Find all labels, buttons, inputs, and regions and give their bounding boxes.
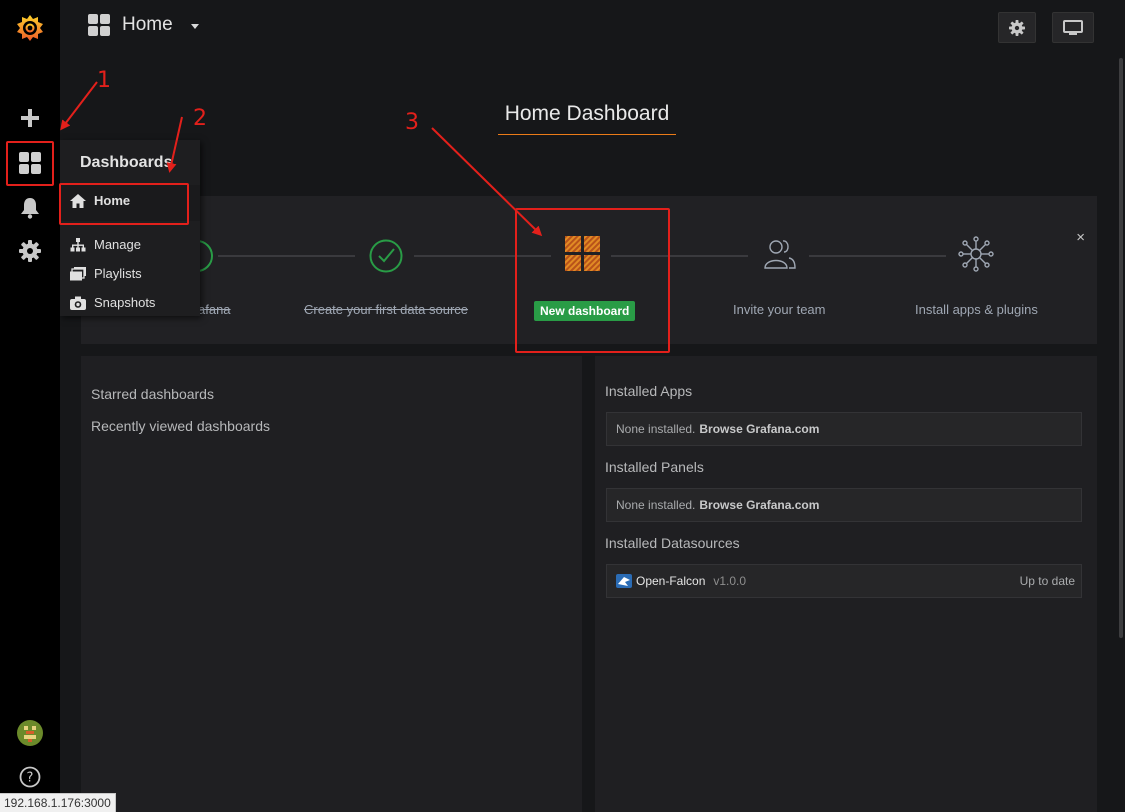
grafana-app: ? Home Home Dashboard afana Create your … [0,0,1125,812]
panels-none-text: None installed. [616,498,696,512]
annotation-box-1 [6,141,54,186]
plugins-icon [958,236,994,272]
top-navbar: Home [60,0,1125,54]
gear-icon [1009,19,1025,36]
page-title: Home Dashboard [498,102,676,135]
annotation-number-2: 2 [193,106,207,131]
svg-text:?: ? [27,771,34,786]
installed-apps-heading: Installed Apps [605,383,693,399]
progress-line [809,255,946,257]
avatar[interactable] [10,713,50,753]
dashboard-picker[interactable]: Home [88,14,199,36]
dashboards-flyout-menu: Dashboards Home Manage Playlists Snapsho… [60,140,200,316]
plus-icon[interactable] [10,98,50,138]
step-install-apps[interactable] [958,236,994,277]
browse-grafana-link[interactable]: Browse Grafana.com [699,498,819,512]
annotation-number-1: 1 [97,68,111,93]
flyout-item-playlists[interactable]: Playlists [70,266,142,281]
flyout-item-snapshots[interactable]: Snapshots [70,295,155,310]
step-invite-team-label[interactable]: Invite your team [733,302,826,317]
apps-none-text: None installed. [616,422,696,436]
annotation-number-3: 3 [405,110,419,135]
annotation-arrow-1 [60,81,98,131]
installed-apps-box: None installed. Browse Grafana.com [606,412,1082,446]
flyout-item-manage[interactable]: Manage [70,237,141,252]
open-falcon-logo-icon [616,574,632,588]
browse-grafana-link[interactable]: Browse Grafana.com [699,422,819,436]
step-invite-team[interactable] [762,236,798,277]
step-install-apps-label[interactable]: Install apps & plugins [915,302,1038,317]
close-icon[interactable]: × [1076,229,1085,246]
datasource-row[interactable]: Open-Falcon v1.0.0 Up to date [606,564,1082,598]
dashboard-title: Home [122,14,173,35]
flyout-item-snapshots-label: Snapshots [94,295,156,310]
starred-dashboards-heading[interactable]: Starred dashboards [91,386,214,402]
bell-icon[interactable] [10,188,50,228]
flyout-title[interactable]: Dashboards [80,154,172,172]
datasource-status: Up to date [1019,574,1075,588]
annotation-box-3 [515,208,670,353]
flyout-item-playlists-label: Playlists [94,266,142,281]
settings-button[interactable] [998,12,1036,43]
plugins-list-panel: Installed Apps None installed. Browse Gr… [595,356,1097,812]
dashboards-list-panel: Starred dashboards Recently viewed dashb… [81,356,582,812]
scrollbar-thumb[interactable] [1119,58,1123,638]
dashboards-grid-icon [88,14,110,36]
gear-icon[interactable] [10,231,50,271]
playlist-icon [70,266,86,280]
tv-mode-button[interactable] [1052,12,1094,43]
check-circle-icon [369,239,403,273]
installed-panels-box: None installed. Browse Grafana.com [606,488,1082,522]
users-icon [764,240,796,269]
annotation-box-2 [59,183,189,225]
installed-datasources-heading: Installed Datasources [605,535,740,551]
sitemap-icon [70,237,86,251]
datasource-name: Open-Falcon [636,574,706,588]
chevron-down-icon [190,24,199,29]
datasource-version: v1.0.0 [713,574,747,588]
step-data-source-label[interactable]: Create your first data source [304,302,468,317]
step-data-source[interactable] [368,236,404,281]
installed-panels-heading: Installed Panels [605,459,704,475]
flyout-item-manage-label: Manage [94,237,141,252]
monitor-icon [1063,19,1083,35]
grafana-logo[interactable] [10,8,50,48]
step-install-grafana-label[interactable]: afana [198,302,231,317]
camera-icon [70,296,86,310]
progress-line [218,255,355,257]
recent-dashboards-heading[interactable]: Recently viewed dashboards [91,418,270,434]
help-icon[interactable]: ? [10,757,50,797]
sidebar: ? [0,0,60,812]
status-bar-url: 192.168.1.176:3000 [0,793,116,812]
